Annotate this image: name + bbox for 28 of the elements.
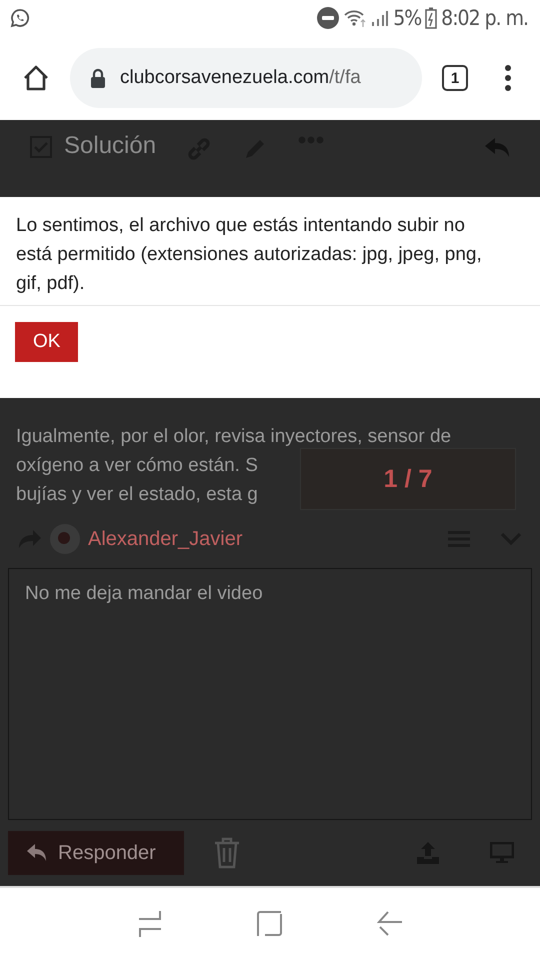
post-text-line: Igualmente, por el olor, revisa inyectores, sensor de — [16, 425, 452, 449]
clock: 8:02 p. m. — [441, 6, 528, 30]
reply-submit-button[interactable]: Responder — [8, 831, 184, 875]
chat-icon — [10, 8, 30, 28]
back-icon[interactable] — [377, 911, 403, 937]
address-bar[interactable]: clubcorsavenezuela.com/t/fa — [70, 48, 422, 108]
post-text-line: oxígeno a ver cómo están. S — [16, 454, 258, 478]
recents-icon[interactable] — [137, 910, 163, 938]
wifi-icon — [343, 8, 368, 28]
ok-button[interactable]: OK — [15, 322, 78, 362]
signal-icon — [371, 9, 390, 27]
tab-count[interactable]: 1 — [442, 65, 468, 91]
post-counter: 1 / 7 — [300, 448, 516, 510]
lock-icon — [90, 68, 106, 88]
home-icon[interactable] — [22, 64, 50, 92]
trash-icon[interactable] — [214, 837, 240, 869]
home-button-icon[interactable] — [257, 911, 283, 937]
avatar — [50, 524, 80, 554]
menu-icon[interactable] — [504, 64, 512, 92]
reply-arrow-icon — [26, 843, 48, 863]
reply-to-username[interactable]: Alexander_Javier — [88, 528, 243, 550]
post-text-line: bujías y ver el estado, esta g — [16, 483, 258, 507]
solution-button[interactable]: Solución — [64, 132, 156, 160]
battery-icon — [425, 7, 438, 29]
reply-text-field[interactable]: No me deja mandar el video — [8, 568, 532, 820]
error-message: Lo sentimos, el archivo que estás intentando subir no está permitido (extensiones autorizadas: jpg, jpeg, png, gif, pdf). — [0, 197, 540, 306]
do-not-disturb-icon — [317, 7, 340, 29]
battery-percentage: 5% — [393, 6, 422, 30]
